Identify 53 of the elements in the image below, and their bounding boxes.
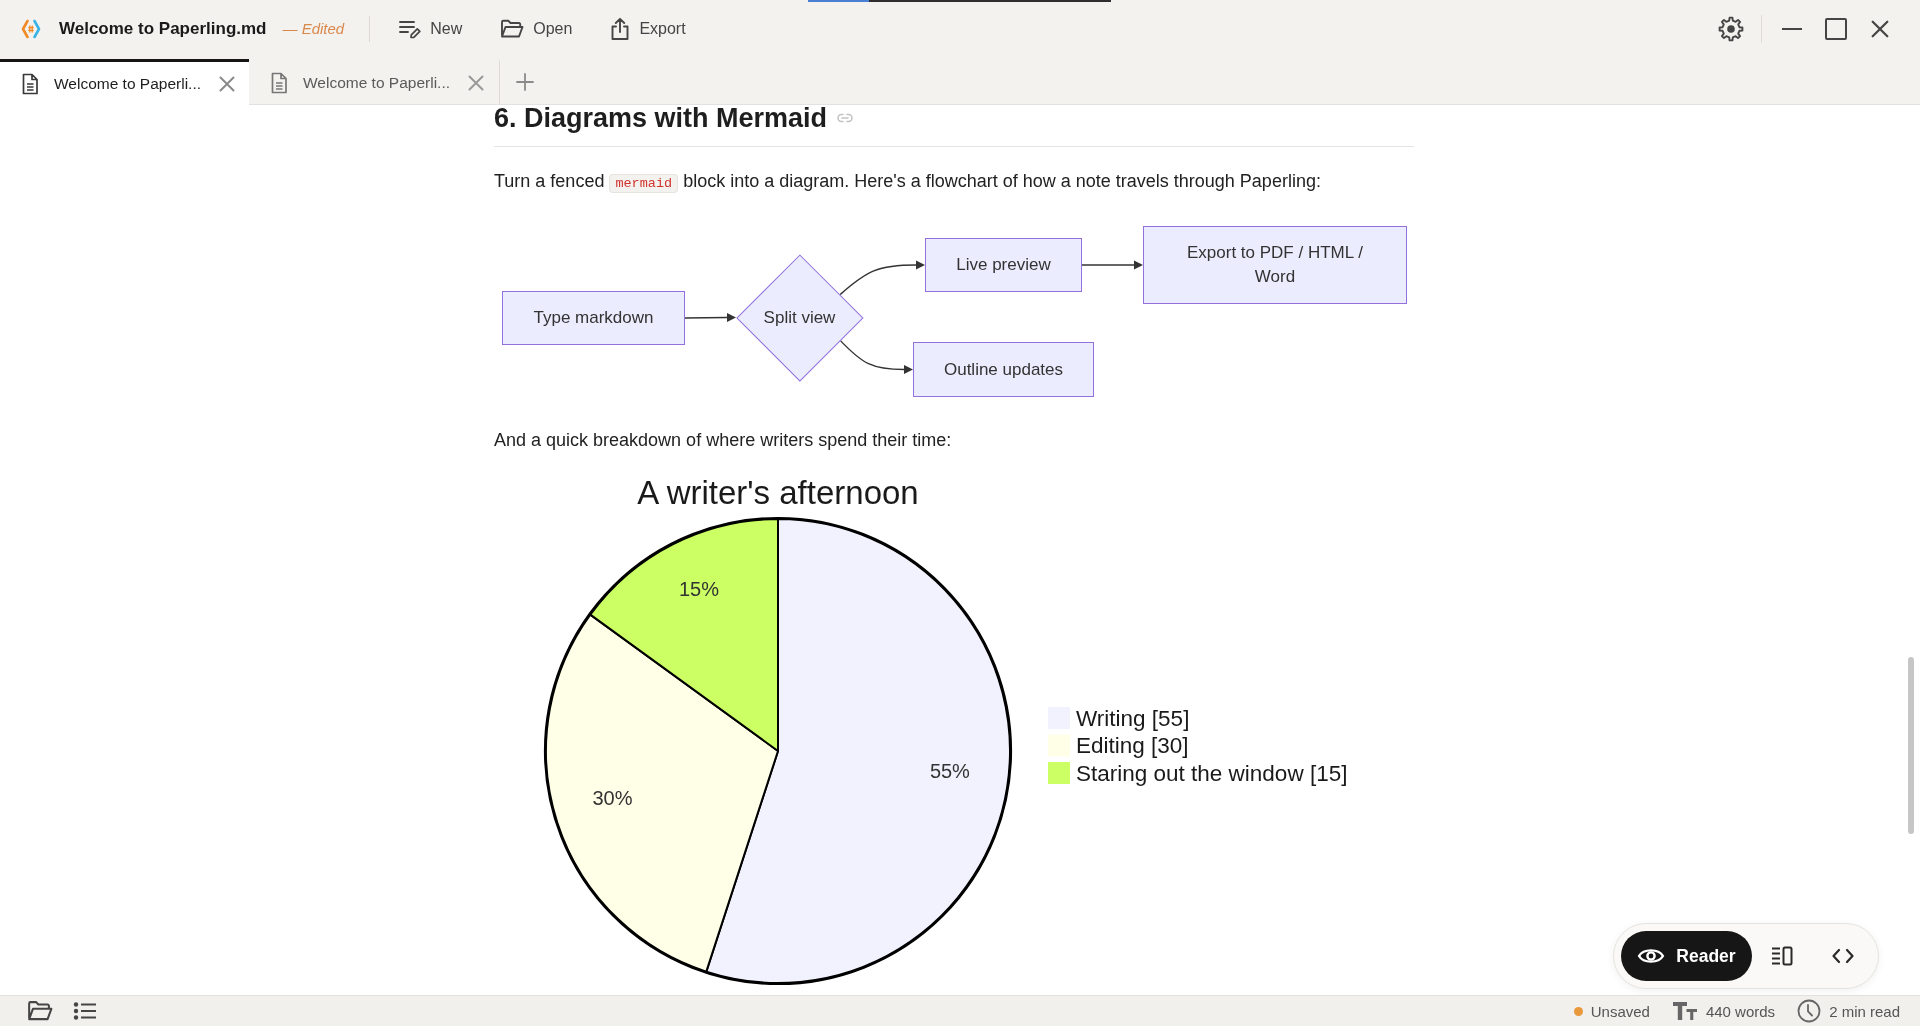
edited-label: — Edited <box>282 20 345 37</box>
new-button[interactable]: New <box>390 12 472 45</box>
legend-label: Writing [55] <box>1076 705 1190 731</box>
upload-icon <box>610 16 631 41</box>
list-icon <box>73 1001 97 1021</box>
reader-mode-button[interactable]: Reader <box>1621 931 1752 981</box>
paragraph: Turn a fenced mermaid block into a diagram. Here's a flowchart of how a note travels through Paperling: <box>494 170 1322 195</box>
connector-arrow <box>1081 260 1143 270</box>
slice-label: 30% <box>592 786 633 809</box>
code-icon <box>1831 948 1855 964</box>
legend-label: Staring out the window [15] <box>1076 760 1348 786</box>
save-status: Unsaved <box>1590 1002 1650 1020</box>
open-button[interactable]: Open <box>491 12 582 45</box>
eye-icon <box>1637 947 1666 965</box>
legend-label: Editing [30] <box>1076 733 1189 758</box>
files-button[interactable] <box>27 1000 53 1022</box>
paragraph: And a quick breakdown of where writers spend their time: <box>494 429 953 452</box>
close-icon <box>1871 19 1889 38</box>
split-view-icon <box>1771 946 1793 966</box>
document-icon <box>21 72 39 95</box>
process-node: Export to PDF / HTML / Word <box>1143 226 1407 304</box>
folder-icon <box>27 1000 53 1022</box>
tab[interactable]: Welcome to Paperli... <box>0 59 249 105</box>
maximize-icon <box>1825 17 1847 40</box>
slice-label: 15% <box>679 578 719 600</box>
note-pen-icon <box>399 18 422 39</box>
link-icon <box>837 113 854 123</box>
window-title: Welcome to Paperling.md <box>59 18 267 39</box>
chart-title: A writer's afternoon <box>637 474 919 511</box>
outline-button[interactable] <box>73 1001 97 1021</box>
process-node: Outline updates <box>913 342 1094 397</box>
word-count: 440 words <box>1705 1002 1776 1020</box>
close-icon <box>468 75 484 91</box>
slice-label: 55% <box>929 760 970 783</box>
read-time: 2 min read <box>1829 1002 1900 1020</box>
folder-icon <box>500 18 525 39</box>
decision-node: Split view <box>736 254 863 381</box>
scrollbar-thumb[interactable] <box>1908 657 1914 834</box>
document-icon <box>270 72 288 94</box>
process-node: Live preview <box>925 238 1082 292</box>
minimize-icon <box>1782 27 1802 30</box>
logo-icon <box>21 17 41 40</box>
export-button[interactable]: Export <box>601 10 695 47</box>
settings-icon <box>1718 15 1744 42</box>
process-node: Type markdown <box>502 291 685 345</box>
tab[interactable]: Welcome to Paperli... <box>249 59 500 104</box>
section-heading: 6. Diagrams with Mermaid <box>494 105 828 135</box>
text-size-icon <box>1671 1000 1698 1022</box>
connector-arrow <box>684 313 736 322</box>
clock-icon <box>1797 999 1822 1023</box>
tab-close-button[interactable] <box>465 72 487 94</box>
plus-icon <box>516 72 534 91</box>
close-icon <box>218 75 235 92</box>
